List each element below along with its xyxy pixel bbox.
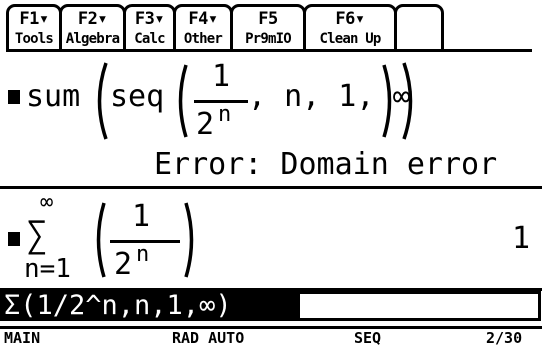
tab-label: Other (183, 31, 223, 47)
tab-label: Tools (14, 31, 54, 47)
history-bullet (8, 90, 20, 104)
sigma-upper-limit: ∞ (40, 190, 54, 215)
tab-key: F6▾ (335, 9, 365, 29)
result-value: 1 (512, 221, 531, 256)
func-seq: seq (110, 79, 165, 114)
sigma-lower-limit: n=1 (24, 254, 71, 284)
seq-arguments: , n, 1, ∞ (248, 79, 411, 114)
status-history-count: 2/30 (486, 329, 523, 347)
func-sum: sum (26, 79, 81, 114)
entry-text[interactable]: Σ(1/2^n,n,1,∞) (0, 291, 304, 321)
toolbar-baseline (6, 49, 532, 52)
fraction-exponent: n (136, 242, 150, 267)
fraction-numerator: 1 (132, 199, 151, 234)
tab-other[interactable]: F4▾ Other (173, 4, 233, 52)
sum-right-paren (184, 202, 194, 278)
tab-key: F2▾ (77, 9, 108, 29)
tab-label: Pr9mIO (245, 31, 292, 47)
tab-algebra[interactable]: F2▾ Algebra (59, 4, 126, 52)
fraction-denominator: 2 (114, 247, 133, 282)
toolbar: F1▾ Tools F2▾ Algebra F3▾ Calc F4▾ Other… (6, 4, 532, 56)
history-divider (0, 186, 542, 189)
tab-tools[interactable]: F1▾ Tools (6, 4, 62, 52)
sigma-symbol: ∑ (26, 215, 48, 256)
tab-key: F4▾ (188, 9, 218, 29)
entry-field[interactable] (300, 291, 541, 321)
sum-left-paren (96, 202, 106, 278)
status-folder: MAIN (4, 329, 41, 347)
status-mode: RAD AUTO (172, 329, 245, 347)
tab-key: F5 (258, 9, 278, 29)
calculator-screen: F1▾ Tools F2▾ Algebra F3▾ Calc F4▾ Other… (0, 0, 542, 348)
fraction-numerator: 1 (212, 59, 231, 94)
tab-label: Calc (134, 31, 165, 47)
entry-line[interactable]: Σ(1/2^n,n,1,∞) (0, 291, 542, 321)
outer-left-paren (97, 62, 108, 140)
fraction-denominator: 2 (196, 107, 215, 142)
history-bullet (8, 232, 20, 246)
tab-key: F1▾ (19, 9, 49, 29)
tab-prgmio[interactable]: F5 Pr9mIO (230, 4, 306, 52)
inner-left-paren (178, 64, 188, 138)
tab-label: Algebra (65, 31, 120, 47)
status-graph-mode: SEQ (354, 329, 382, 347)
tab-empty[interactable] (394, 4, 444, 52)
tab-label: Clean Up (319, 31, 381, 47)
tab-clean-up[interactable]: F6▾ Clean Up (303, 4, 397, 52)
tab-key: F3▾ (134, 9, 165, 29)
fraction-exponent: n (218, 102, 232, 127)
tab-calc[interactable]: F3▾ Calc (123, 4, 176, 52)
error-message: Error: Domain error (154, 147, 498, 182)
